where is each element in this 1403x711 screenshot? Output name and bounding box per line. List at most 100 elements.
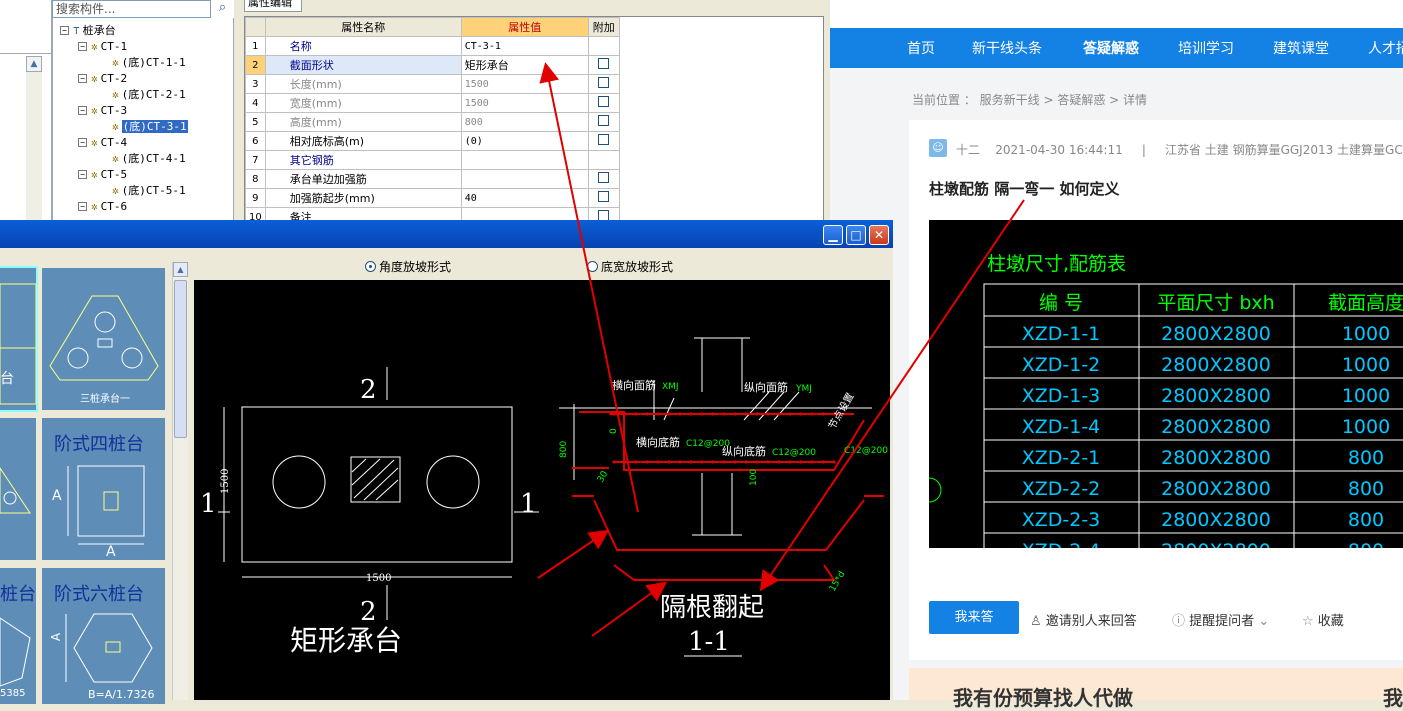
gallery-scrollbar[interactable]: ▲	[172, 262, 188, 700]
table-row[interactable]: 6 相对底标高(m) (0)	[245, 131, 620, 151]
nav-item-qa[interactable]: 答疑解惑	[1083, 38, 1139, 58]
rebar-dot	[810, 460, 814, 464]
info-icon: ⓘ	[1172, 614, 1186, 629]
scroll-thumb[interactable]	[174, 280, 187, 438]
tree-item[interactable]: − ✲ CT-4	[78, 136, 127, 150]
nav-item-home[interactable]: 首页	[907, 38, 935, 58]
row-extra[interactable]	[587, 55, 620, 75]
rebar-dot	[634, 412, 638, 416]
rebar-dot	[832, 460, 836, 464]
tab-property-edit[interactable]: 属性编辑	[244, 0, 302, 12]
checkbox[interactable]	[598, 77, 610, 88]
radio-angle-slope[interactable]: 角度放坡形式	[365, 258, 451, 275]
cad-cell: XZD-2-1	[1022, 447, 1101, 469]
checkbox[interactable]	[598, 172, 610, 183]
row-value[interactable]: CT-3-1	[460, 36, 589, 56]
nav-item-talent[interactable]: 人才招	[1368, 38, 1403, 58]
row-value[interactable]: (0)	[460, 131, 589, 151]
tree-child[interactable]: ✲ (底)CT-1-1	[112, 56, 186, 70]
nav-item-classroom[interactable]: 建筑课堂	[1273, 38, 1329, 58]
table-row[interactable]: 2 截面形状 矩形承台	[245, 55, 620, 75]
row-extra[interactable]	[587, 169, 620, 189]
avatar[interactable]: ☺	[929, 139, 947, 157]
row-value[interactable]	[460, 169, 589, 189]
maximize-icon[interactable]: □	[846, 225, 866, 245]
tree-child[interactable]: ✲ (底)CT-5-1	[112, 184, 186, 198]
row-extra[interactable]	[587, 112, 620, 132]
shape-thumb-partial[interactable]: 桩台 5385	[0, 566, 38, 706]
promo-banner[interactable]: 我有份预算找人代做 我	[909, 668, 1403, 710]
invite-button[interactable]: ♙ 邀请别人来回答	[1030, 610, 1137, 629]
cad-circle	[929, 477, 942, 503]
row-value[interactable]: 矩形承台	[460, 55, 589, 75]
shape-thumb-selected[interactable]: 台	[0, 266, 38, 412]
checkbox[interactable]	[598, 134, 610, 145]
table-row[interactable]: 9 加强筋起步(mm) 40	[245, 188, 620, 208]
rebar-lines	[572, 411, 884, 581]
rebar-dot	[678, 460, 682, 464]
nav-item-training[interactable]: 培训学习	[1178, 38, 1234, 58]
table-row[interactable]: 8 承台单边加强筋	[245, 169, 620, 189]
tree-child[interactable]: ✲ (底)CT-4-1	[112, 152, 186, 166]
tree-child[interactable]: ✲ (底)CT-2-1	[112, 88, 186, 102]
tree-item-label: CT-6	[100, 200, 128, 213]
scrollbar[interactable]	[26, 72, 42, 222]
node-setting-label[interactable]: 节点设置	[826, 391, 856, 432]
cad-cell: 2800X2800	[1161, 323, 1271, 345]
shape-thumb-partial[interactable]	[0, 416, 38, 562]
row-value[interactable]: 40	[460, 188, 589, 208]
checkbox[interactable]	[598, 96, 610, 107]
cad-cell: 800	[1348, 447, 1384, 469]
checkbox[interactable]	[598, 191, 610, 202]
table-row[interactable]: 7 其它钢筋	[245, 150, 620, 170]
row-extra[interactable]	[587, 131, 620, 151]
rebar-dot	[612, 460, 616, 464]
row-value[interactable]: 1500	[460, 74, 589, 94]
row-num: 1	[245, 36, 266, 56]
table-row[interactable]: 1 名称 CT-3-1	[245, 36, 620, 56]
remind-button[interactable]: ⓘ 提醒提问者 ⌄	[1172, 610, 1269, 629]
checkbox[interactable]	[598, 115, 610, 126]
answer-button[interactable]: 我来答	[929, 601, 1019, 634]
rebar-dot	[667, 412, 671, 416]
checkbox[interactable]	[598, 58, 610, 69]
shape-thumb-four-pile[interactable]: 阶式四桩台 A A	[40, 416, 167, 562]
thumb-formula: B=A/1.7326	[88, 688, 155, 701]
shape-thumb-six-pile[interactable]: 阶式六桩台 A B=A/1.7326	[40, 566, 167, 706]
row-extra[interactable]	[587, 74, 620, 94]
table-row[interactable]: 4 宽度(mm) 1500	[245, 93, 620, 113]
tree-item[interactable]: − ✲ CT-1	[78, 40, 127, 54]
row-extra[interactable]	[587, 188, 620, 208]
search-input[interactable]: 搜索构件...	[52, 0, 234, 18]
radio-width-slope[interactable]: 底宽放坡形式	[587, 258, 673, 275]
search-icon[interactable]: ⌕	[210, 0, 234, 18]
close-icon[interactable]: ✕	[869, 225, 889, 245]
nav-item-headlines[interactable]: 新干线头条	[972, 38, 1042, 58]
tree-item[interactable]: − ✲ CT-5	[78, 168, 127, 182]
author-name[interactable]: 十二	[956, 143, 980, 157]
row-extra[interactable]	[587, 93, 620, 113]
tree-root[interactable]: − ⊤ 桩承台	[60, 24, 116, 38]
table-row[interactable]: 3 长度(mm) 1500	[245, 74, 620, 94]
dim-a-label: A	[106, 544, 116, 560]
scroll-up-icon[interactable]: ▲	[26, 56, 42, 72]
tree-child-selected[interactable]: ✲ (底)CT-3-1	[112, 120, 188, 134]
cad-cell: 2800X2800	[1161, 540, 1271, 548]
row-value[interactable]	[460, 150, 589, 170]
rebar-dot	[689, 412, 693, 416]
favorite-button[interactable]: ☆ 收藏	[1302, 610, 1344, 629]
tree-item[interactable]: − ✲ CT-6	[78, 200, 127, 214]
dialog-titlebar[interactable]	[0, 220, 893, 248]
row-value[interactable]: 800	[460, 112, 589, 132]
minimize-icon[interactable]: ▁	[823, 225, 843, 245]
cad-table-title: 柱墩尺寸,配筋表	[987, 253, 1126, 275]
rebar-dot	[755, 412, 759, 416]
scroll-up-icon[interactable]: ▲	[173, 262, 188, 277]
rebar-dot	[645, 460, 649, 464]
row-num: 7	[245, 150, 266, 170]
tree-item[interactable]: − ✲ CT-2	[78, 72, 127, 86]
table-row[interactable]: 5 高度(mm) 800	[245, 112, 620, 132]
shape-thumb-three-pile[interactable]: 三桩承台一	[40, 266, 167, 412]
tree-item[interactable]: − ✲ CT-3	[78, 104, 127, 118]
row-value[interactable]: 1500	[460, 93, 589, 113]
